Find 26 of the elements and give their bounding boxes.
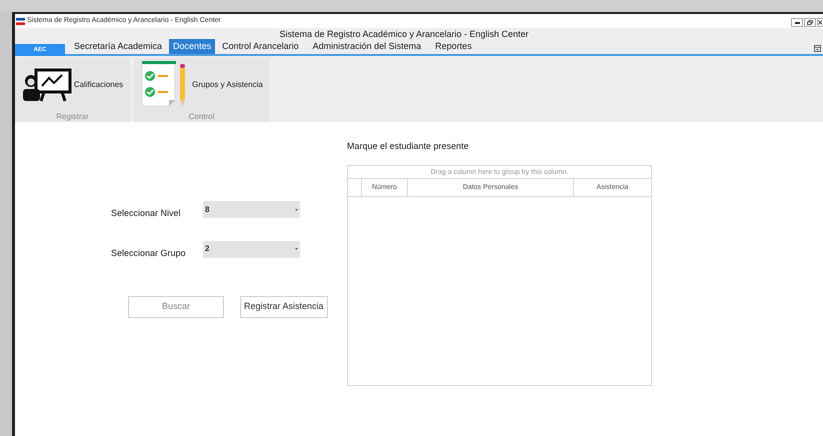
- dropdown-arrow-icon: [295, 248, 298, 250]
- restore-icon: [807, 20, 813, 25]
- ribbon-tab[interactable]: Secretaría Academica: [70, 39, 166, 54]
- field-label: Seleccionar Nivel: [111, 207, 182, 220]
- field-label: Seleccionar Grupo: [111, 246, 187, 260]
- ribbon-tab[interactable]: Reportes: [431, 39, 476, 54]
- minimize-icon: [794, 22, 800, 24]
- action-button[interactable]: Registrar Asistencia: [240, 296, 328, 318]
- caption-title: Sistema de Registro Académico y Arancelario - English Center: [278, 28, 530, 40]
- close-icon: [818, 20, 822, 25]
- ribbon-button[interactable]: Calificaciones: [22, 68, 124, 102]
- group-caption: Control: [188, 111, 214, 122]
- dropdown[interactable]: 2: [203, 240, 300, 258]
- dropdown-arrow-icon: [295, 208, 298, 211]
- ribbon-tab[interactable]: Docentes: [169, 39, 216, 54]
- dropdown[interactable]: 8: [203, 201, 300, 218]
- minimize-button[interactable]: [791, 18, 803, 27]
- ribbon-button[interactable]: Grupos y Asistencia: [140, 60, 263, 110]
- restore-button[interactable]: [804, 18, 816, 27]
- ribbon-tab[interactable]: Control Arancelario: [218, 39, 303, 54]
- close-button[interactable]: [817, 18, 823, 27]
- teacher-board-icon: [22, 68, 72, 102]
- grid-title: Marque el estudiante presente: [347, 140, 470, 153]
- ribbon-tab[interactable]: Administración del Sistema: [308, 39, 426, 54]
- collapse-ribbon-icon[interactable]: [814, 45, 821, 52]
- group-caption: Registrar: [56, 111, 89, 122]
